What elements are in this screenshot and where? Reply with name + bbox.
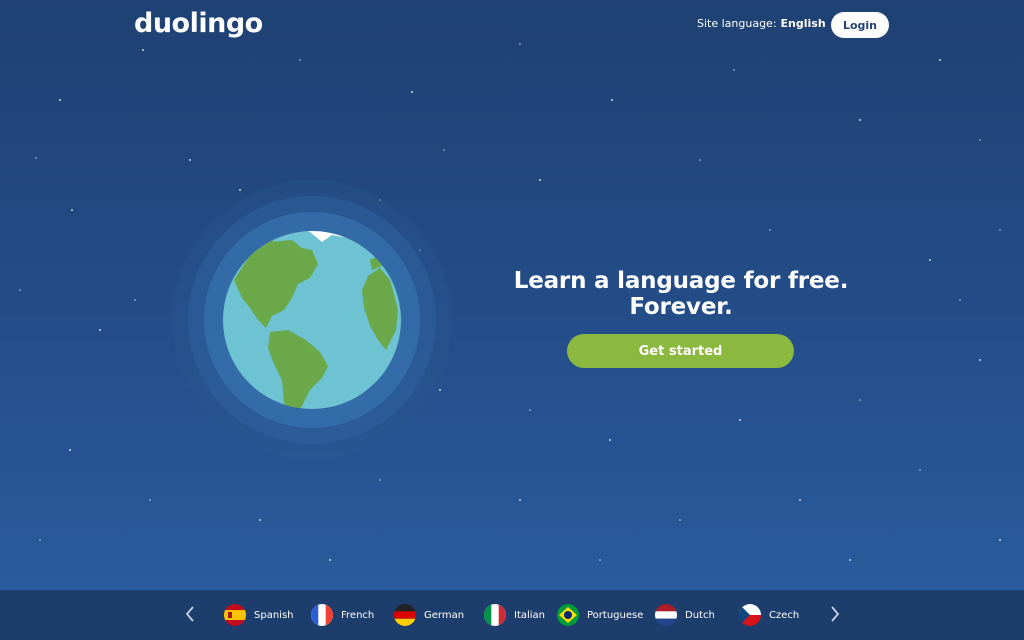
language-item-french[interactable]: French [311, 603, 374, 627]
language-label: Spanish [254, 609, 294, 621]
de-flag-icon [394, 604, 416, 626]
language-label: German [424, 609, 465, 621]
es-flag-icon [224, 604, 246, 626]
duolingo-logo[interactable]: duolingo [134, 8, 263, 39]
language-item-italian[interactable]: Italian [484, 603, 545, 627]
hero-headline: Learn a language for free. Forever. [513, 268, 849, 320]
fr-flag-icon [311, 604, 333, 626]
chevron-left-icon[interactable] [183, 604, 197, 624]
site-language-label: Site language: [697, 17, 777, 30]
language-item-dutch[interactable]: Dutch [655, 603, 715, 627]
language-label: Portuguese [587, 609, 644, 621]
language-item-czech[interactable]: Czech [739, 603, 799, 627]
globe-icon [172, 180, 452, 460]
language-label: Czech [769, 609, 800, 621]
language-item-spanish[interactable]: Spanish [224, 603, 294, 627]
login-button[interactable]: Login [831, 12, 889, 38]
language-label: French [341, 609, 375, 621]
site-language-value: English [780, 17, 826, 30]
nl-flag-icon [655, 604, 677, 626]
br-flag-icon [557, 604, 579, 626]
site-language-selector[interactable]: Site language: English [697, 17, 845, 30]
language-label: Italian [514, 609, 546, 621]
it-flag-icon [484, 604, 506, 626]
chevron-right-icon[interactable] [828, 604, 842, 624]
language-item-portuguese[interactable]: Portuguese [557, 603, 643, 627]
cz-flag-icon [739, 604, 761, 626]
get-started-button[interactable]: Get started [567, 334, 794, 368]
language-label: Dutch [685, 609, 715, 621]
globe-illustration [172, 180, 452, 460]
starfield [19, 43, 1001, 561]
language-item-german[interactable]: German [394, 603, 464, 627]
